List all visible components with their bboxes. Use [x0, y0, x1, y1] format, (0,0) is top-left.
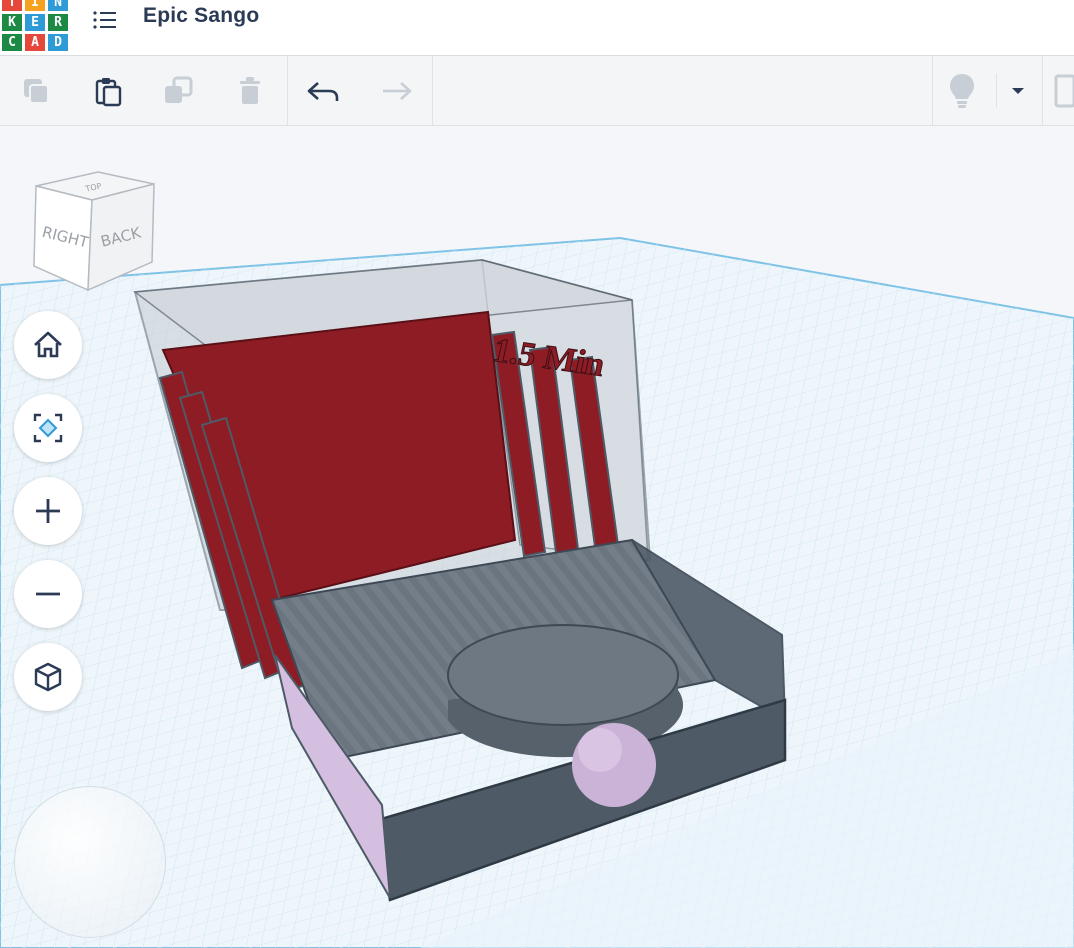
logo-letter: E: [25, 14, 45, 31]
toolbar-divider: [932, 56, 933, 126]
zoom-out-button[interactable]: [14, 560, 82, 628]
logo-letter: K: [2, 14, 22, 31]
trash-icon: [240, 77, 260, 104]
edit-toolbar: [0, 56, 1074, 126]
fit-view-button[interactable]: [14, 394, 82, 462]
duplicate-button[interactable]: [156, 70, 200, 112]
design-list-icon[interactable]: [92, 8, 118, 32]
cube-icon: [34, 662, 62, 692]
3d-workplane-viewport[interactable]: 1.5 Min TOP RIGHT BACK: [0, 126, 1074, 948]
note-tool-button[interactable]: [1048, 70, 1074, 112]
notes-light-button[interactable]: [940, 70, 984, 112]
copy-icon: [24, 79, 49, 104]
logo-letter: N: [48, 0, 68, 11]
toolbar-divider: [1042, 56, 1043, 126]
home-icon: [34, 331, 62, 358]
duplicate-icon: [165, 76, 193, 103]
delete-button[interactable]: [228, 70, 272, 112]
home-view-button[interactable]: [14, 311, 82, 379]
toolbar-divider: [432, 56, 433, 126]
sphere-shape[interactable]: [572, 723, 656, 807]
disc-shape[interactable]: [447, 624, 684, 758]
notes-dropdown-button[interactable]: [998, 70, 1038, 112]
note-icon: [1054, 74, 1074, 108]
view-cube[interactable]: TOP RIGHT BACK: [28, 170, 158, 300]
logo-letter: A: [25, 34, 45, 51]
fit-view-icon: [33, 413, 63, 443]
minus-icon: [36, 592, 60, 596]
logo-letter: T: [2, 0, 22, 11]
top-bar: TIN KER CAD Epic Sango: [0, 0, 1074, 56]
clipboard-icon: [95, 78, 122, 107]
project-title[interactable]: Epic Sango: [143, 4, 259, 28]
orbit-control-pad[interactable]: [14, 786, 166, 938]
toolbar-divider: [287, 56, 288, 126]
redo-button[interactable]: [374, 70, 418, 112]
paste-button[interactable]: [86, 70, 130, 112]
undo-button[interactable]: [302, 70, 346, 112]
logo-letter: D: [48, 34, 68, 51]
copy-button[interactable]: [14, 70, 58, 112]
perspective-toggle-button[interactable]: [14, 643, 82, 711]
logo-letter: I: [25, 0, 45, 11]
logo-letter: C: [2, 34, 22, 51]
caret-down-icon: [1012, 88, 1024, 94]
lightbulb-icon: [950, 74, 974, 108]
toolbar-divider: [996, 74, 997, 108]
plus-icon: [36, 499, 60, 523]
undo-icon: [307, 82, 339, 101]
zoom-in-button[interactable]: [14, 477, 82, 545]
tinkercad-logo[interactable]: TIN KER CAD: [0, 0, 70, 52]
workplane-scene[interactable]: 1.5 Min: [0, 126, 1074, 948]
logo-letter: R: [48, 14, 68, 31]
redo-icon: [383, 82, 412, 100]
